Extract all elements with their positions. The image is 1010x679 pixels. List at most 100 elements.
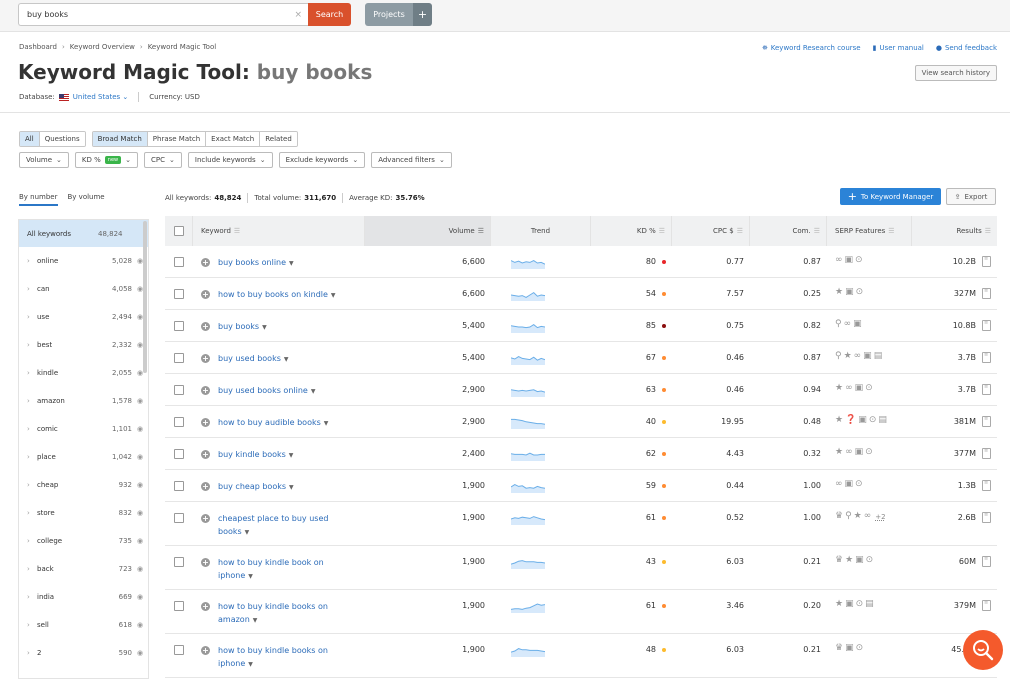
caret-down-icon[interactable]: ▼ bbox=[324, 420, 329, 427]
link-icon[interactable]: ∞ bbox=[845, 383, 853, 393]
keyword-link[interactable]: how to buy kindle books on iphone ▼ bbox=[218, 644, 359, 671]
column-results[interactable]: Results ☰ bbox=[912, 216, 997, 246]
row-checkbox[interactable] bbox=[174, 353, 184, 363]
chevron-right-icon[interactable]: › bbox=[27, 593, 37, 601]
chevron-right-icon[interactable]: › bbox=[27, 341, 37, 349]
keyword-link[interactable]: how to buy kindle book on iphone ▼ bbox=[218, 556, 359, 583]
breadcrumb-keyword-overview[interactable]: Keyword Overview bbox=[70, 43, 135, 51]
caret-down-icon[interactable]: ▼ bbox=[248, 661, 253, 668]
serp-document-icon[interactable]: ≡ bbox=[982, 480, 991, 491]
review-icon[interactable]: ▣ bbox=[845, 287, 854, 297]
kd-filter[interactable]: KD % new ⌄ bbox=[74, 152, 138, 168]
serp-document-icon[interactable]: ≡ bbox=[982, 600, 991, 611]
video-icon[interactable]: ⊙ bbox=[856, 287, 864, 297]
serp-document-icon[interactable]: ≡ bbox=[982, 384, 991, 395]
review-icon[interactable]: ▣ bbox=[845, 599, 854, 609]
keyword-link[interactable]: how to buy books on kindle ▼ bbox=[218, 288, 336, 302]
sidebar-item-online[interactable]: › online 5,028 ◉ bbox=[19, 247, 148, 275]
sidebar-item-amazon[interactable]: › amazon 1,578 ◉ bbox=[19, 387, 148, 415]
review-icon[interactable]: ▣ bbox=[863, 351, 872, 361]
link-icon[interactable]: ∞ bbox=[835, 255, 843, 265]
keyword-link[interactable]: buy used books ▼ bbox=[218, 352, 289, 366]
eye-icon[interactable]: ◉ bbox=[132, 425, 148, 433]
sidebar-item-can[interactable]: › can 4,058 ◉ bbox=[19, 275, 148, 303]
user-manual-link[interactable]: ▮ User manual bbox=[873, 44, 924, 53]
chevron-right-icon[interactable]: › bbox=[27, 509, 37, 517]
sidebar-item-use[interactable]: › use 2,494 ◉ bbox=[19, 303, 148, 331]
chevron-right-icon[interactable]: › bbox=[27, 481, 37, 489]
keyword-link[interactable]: cheapest place to buy used books ▼ bbox=[218, 512, 359, 539]
volume-filter[interactable]: Volume ⌄ bbox=[19, 152, 69, 168]
add-keyword-icon[interactable]: + bbox=[201, 450, 210, 459]
chevron-right-icon[interactable]: › bbox=[27, 425, 37, 433]
sidebar-item-college[interactable]: › college 735 ◉ bbox=[19, 527, 148, 555]
add-keyword-icon[interactable]: + bbox=[201, 354, 210, 363]
sidebar-item-comic[interactable]: › comic 1,101 ◉ bbox=[19, 415, 148, 443]
row-checkbox[interactable] bbox=[174, 449, 184, 459]
crown-icon[interactable]: ♛ bbox=[835, 511, 843, 521]
send-feedback-link[interactable]: ● Send feedback bbox=[936, 44, 997, 53]
eye-icon[interactable]: ◉ bbox=[132, 397, 148, 405]
row-checkbox[interactable] bbox=[174, 601, 184, 611]
add-keyword-icon[interactable]: + bbox=[201, 646, 210, 655]
serp-document-icon[interactable]: ≡ bbox=[982, 512, 991, 523]
exclude-keywords-filter[interactable]: Exclude keywords ⌄ bbox=[278, 152, 366, 168]
video-icon[interactable]: ⊙ bbox=[865, 383, 873, 393]
add-keyword-icon[interactable]: + bbox=[201, 602, 210, 611]
video-icon[interactable]: ⊙ bbox=[866, 555, 874, 565]
review-icon[interactable]: ▣ bbox=[855, 555, 864, 565]
search-assistant-button[interactable] bbox=[963, 630, 1003, 670]
review-icon[interactable]: ▣ bbox=[855, 383, 864, 393]
sidebar-item-all-keywords[interactable]: All keywords 48,824 bbox=[19, 220, 148, 247]
database-selector[interactable]: United States ⌄ bbox=[73, 93, 129, 101]
keyword-link[interactable]: buy kindle books ▼ bbox=[218, 448, 293, 462]
sidebar-item-sell[interactable]: › sell 618 ◉ bbox=[19, 611, 148, 639]
add-keyword-icon[interactable]: + bbox=[201, 290, 210, 299]
ad-icon[interactable]: ▤ bbox=[865, 599, 874, 609]
row-checkbox[interactable] bbox=[174, 257, 184, 267]
serp-document-icon[interactable]: ≡ bbox=[982, 416, 991, 427]
star-icon[interactable]: ★ bbox=[835, 447, 843, 457]
keyword-link[interactable]: buy used books online ▼ bbox=[218, 384, 315, 398]
to-keyword-manager-button[interactable]: + To Keyword Manager bbox=[840, 188, 941, 205]
serp-document-icon[interactable]: ≡ bbox=[982, 556, 991, 567]
tab-by-number[interactable]: By number bbox=[19, 193, 58, 206]
caret-down-icon[interactable]: ▼ bbox=[245, 529, 250, 536]
caret-down-icon[interactable]: ▼ bbox=[331, 292, 336, 299]
video-icon[interactable]: ⊙ bbox=[856, 643, 864, 653]
add-keyword-icon[interactable]: + bbox=[201, 514, 210, 523]
link-icon[interactable]: ∞ bbox=[845, 447, 853, 457]
eye-icon[interactable]: ◉ bbox=[132, 481, 148, 489]
search-button[interactable]: Search bbox=[308, 3, 351, 26]
review-icon[interactable]: ▣ bbox=[855, 447, 864, 457]
star-icon[interactable]: ★ bbox=[844, 351, 852, 361]
review-icon[interactable]: ▣ bbox=[858, 415, 867, 425]
row-checkbox[interactable] bbox=[174, 645, 184, 655]
caret-down-icon[interactable]: ▼ bbox=[311, 388, 316, 395]
column-keyword[interactable]: Keyword ☰ bbox=[193, 216, 365, 246]
column-cpc[interactable]: CPC $ ☰ bbox=[672, 216, 750, 246]
row-checkbox[interactable] bbox=[174, 481, 184, 491]
caret-down-icon[interactable]: ▼ bbox=[289, 484, 294, 491]
breadcrumb-dashboard[interactable]: Dashboard bbox=[19, 43, 57, 51]
chevron-right-icon[interactable]: › bbox=[27, 649, 37, 657]
add-project-button[interactable]: + bbox=[413, 3, 432, 26]
sidebar-item-best[interactable]: › best 2,332 ◉ bbox=[19, 331, 148, 359]
star-icon[interactable]: ★ bbox=[835, 383, 843, 393]
keyword-research-course-link[interactable]: ⛯ Keyword Research course bbox=[762, 44, 860, 53]
keyword-link[interactable]: buy cheap books ▼ bbox=[218, 480, 294, 494]
keyword-link[interactable]: how to buy kindle books on amazon ▼ bbox=[218, 600, 359, 627]
cpc-filter[interactable]: CPC ⌄ bbox=[144, 152, 182, 168]
eye-icon[interactable]: ◉ bbox=[132, 649, 148, 657]
star-icon[interactable]: ★ bbox=[835, 599, 843, 609]
row-checkbox[interactable] bbox=[174, 289, 184, 299]
add-keyword-icon[interactable]: + bbox=[201, 418, 210, 427]
add-keyword-icon[interactable]: + bbox=[201, 558, 210, 567]
sidebar-item-kindle[interactable]: › kindle 2,055 ◉ bbox=[19, 359, 148, 387]
caret-down-icon[interactable]: ▼ bbox=[284, 356, 289, 363]
review-icon[interactable]: ▣ bbox=[845, 643, 854, 653]
ad-icon[interactable]: ▤ bbox=[874, 351, 883, 361]
serp-document-icon[interactable]: ≡ bbox=[982, 352, 991, 363]
chevron-right-icon[interactable]: › bbox=[27, 621, 37, 629]
video-icon[interactable]: ⊙ bbox=[855, 479, 863, 489]
